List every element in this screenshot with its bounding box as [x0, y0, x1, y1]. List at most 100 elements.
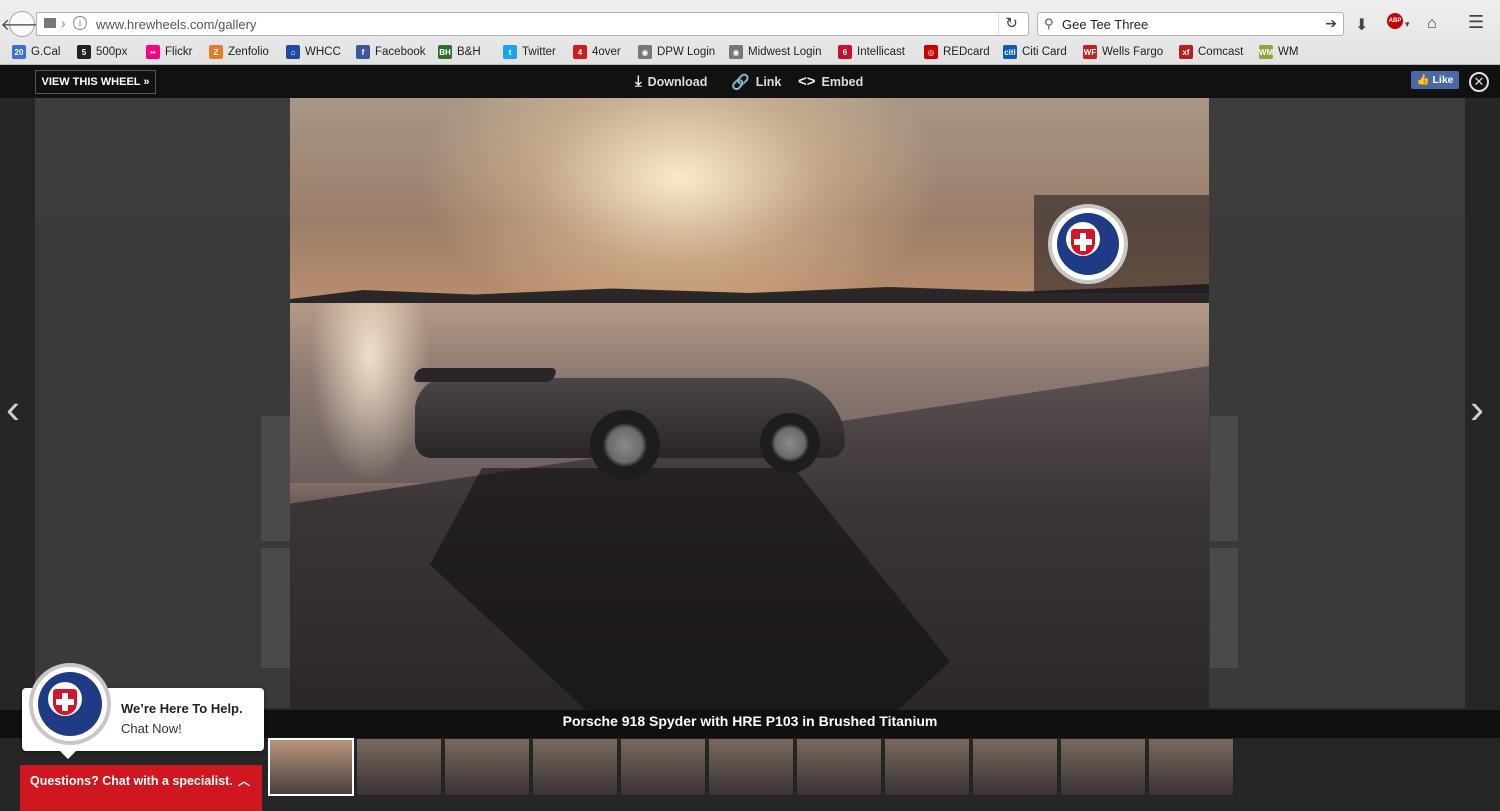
bookmark-favicon-icon: ⌂ — [286, 45, 300, 59]
embed-label: Embed — [821, 74, 864, 89]
background-card — [261, 548, 291, 668]
link-icon: 🔗 — [731, 74, 750, 91]
bookmark-flickr[interactable]: •• Flickr — [146, 43, 192, 61]
bookmark-label: 500px — [96, 46, 128, 58]
bookmark-label: Flickr — [165, 46, 193, 58]
bookmark-label: Citi Card — [1022, 46, 1067, 58]
view-this-wheel-button[interactable]: VIEW THIS WHEEL » — [35, 70, 156, 94]
gallery-thumbnail[interactable] — [444, 738, 530, 796]
search-icon: ⚲ — [1044, 16, 1054, 31]
bookmark-label: Comcast — [1198, 46, 1244, 58]
bookmark-favicon-icon: 6 — [838, 45, 852, 59]
next-arrow-icon[interactable]: › — [1470, 385, 1484, 433]
bookmark-favicon-icon: •• — [146, 45, 160, 59]
bookmark-comcast[interactable]: xf Comcast — [1179, 43, 1243, 61]
download-icon: ⤓ — [635, 73, 642, 90]
chat-hre-logo — [29, 663, 113, 747]
bookmark-facebook[interactable]: f Facebook — [356, 43, 426, 61]
embed-icon: <> — [798, 73, 816, 90]
hre-watermark — [1034, 195, 1209, 293]
bookmark-favicon-icon: ◎ — [924, 45, 938, 59]
hre-badge-icon — [29, 663, 111, 745]
link-label: Link — [755, 75, 782, 89]
address-bar[interactable]: › i www.hrewheels.com/gallery ↻ — [36, 12, 1029, 36]
adblock-dropdown-icon[interactable]: ▾ — [1405, 19, 1410, 30]
bookmark-wm[interactable]: WM WM — [1259, 43, 1298, 61]
bookmark-midwest-login[interactable]: ◉ Midwest Login — [729, 43, 822, 61]
bookmark-b-h[interactable]: BH B&H — [438, 43, 481, 61]
info-icon[interactable]: i — [73, 16, 87, 30]
search-go-icon[interactable]: ➔ — [1325, 15, 1337, 32]
bookmark-label: B&H — [457, 46, 481, 58]
hre-logo-cross — [1071, 229, 1095, 255]
gallery-thumbnail[interactable] — [1060, 738, 1146, 796]
back-button[interactable]: 🡐 — [1, 11, 43, 37]
close-lightbox-button[interactable]: ✕ — [1469, 72, 1489, 92]
chat-bubble-link[interactable]: Chat Now! — [121, 721, 182, 736]
bookmark-4over[interactable]: 4 4over — [573, 43, 621, 61]
bookmark-favicon-icon: f — [356, 45, 370, 59]
bookmark-g-cal[interactable]: 20 G.Cal — [12, 43, 60, 61]
bookmark-label: DPW Login — [657, 46, 716, 58]
chevron-up-icon[interactable]: ︿ — [238, 774, 250, 788]
gallery-thumbnail[interactable] — [708, 738, 794, 796]
bookmark-label: Twitter — [522, 46, 556, 58]
bookmark-label: Zenfolio — [228, 46, 269, 58]
previous-arrow-icon[interactable]: ‹ — [6, 385, 20, 433]
search-bar[interactable]: ⚲ Gee Tee Three ➔ — [1037, 12, 1344, 36]
bookmark-favicon-icon: ◉ — [638, 45, 652, 59]
url-text[interactable]: www.hrewheels.com/gallery — [96, 17, 256, 32]
bookmark-500px[interactable]: 5 500px — [77, 43, 127, 61]
gallery-thumbnail[interactable] — [796, 738, 882, 796]
gallery-thumbnail[interactable] — [972, 738, 1058, 796]
forward-icon[interactable]: › — [61, 15, 66, 31]
chat-bar-text: Questions? Chat with a specialist. — [30, 774, 233, 788]
gallery-thumbnail[interactable] — [620, 738, 706, 796]
bookmarks-toolbar: 20 G.Cal 5 500px •• Flickr Z Zenfolio ⌂ WHCC f Face… — [0, 40, 1500, 62]
download-button[interactable]: ⤓ Download — [635, 73, 707, 90]
home-icon[interactable]: ⌂ — [1427, 15, 1437, 33]
hre-badge-cross — [53, 689, 77, 715]
gallery-thumbnail[interactable] — [884, 738, 970, 796]
bookmark-intellicast[interactable]: 6 Intellicast — [838, 43, 905, 61]
gallery-thumbnail[interactable] — [1148, 738, 1234, 796]
bookmark-zenfolio[interactable]: Z Zenfolio — [209, 43, 269, 61]
reload-icon[interactable]: ↻ — [998, 14, 1024, 34]
chat-bar[interactable]: Questions? Chat with a specialist. ︿ — [20, 765, 262, 811]
bookmark-whcc[interactable]: ⌂ WHCC — [286, 43, 341, 61]
gallery-thumbnail[interactable] — [268, 738, 354, 796]
gallery-thumbnail[interactable] — [356, 738, 442, 796]
car-wing — [412, 368, 558, 382]
bookmark-favicon-icon: t — [503, 45, 517, 59]
background-card — [1210, 416, 1238, 541]
bookmark-dpw-login[interactable]: ◉ DPW Login — [638, 43, 715, 61]
embed-button[interactable]: <> Embed — [798, 73, 863, 90]
facebook-like-button[interactable]: 👍 Like — [1411, 71, 1459, 89]
download-label: Download — [647, 74, 708, 89]
hre-logo-icon — [1048, 204, 1128, 284]
bookmark-favicon-icon: Z — [209, 45, 223, 59]
adblock-icon[interactable]: ABP — [1387, 13, 1403, 29]
gallery-photo[interactable] — [290, 98, 1209, 710]
menu-icon[interactable]: ☰ — [1468, 12, 1484, 33]
gallery-thumbnail[interactable] — [532, 738, 618, 796]
link-button[interactable]: 🔗 Link — [731, 73, 781, 91]
search-input[interactable]: Gee Tee Three — [1062, 17, 1148, 32]
background-card — [1210, 548, 1238, 668]
close-icon: ✕ — [1473, 74, 1485, 89]
bookmark-citi-card[interactable]: citi Citi Card — [1003, 43, 1067, 61]
bookmark-favicon-icon: WM — [1259, 45, 1273, 59]
bookmark-favicon-icon: 4 — [573, 45, 587, 59]
bookmark-wells-fargo[interactable]: WF Wells Fargo — [1083, 43, 1163, 61]
bookmark-label: WM — [1278, 46, 1299, 58]
bookmark-redcard[interactable]: ◎ REDcard — [924, 43, 990, 61]
thumbs-up-icon: 👍 — [1416, 74, 1433, 86]
page-icon — [44, 18, 56, 28]
bookmark-twitter[interactable]: t Twitter — [503, 43, 556, 61]
bookmark-label: Midwest Login — [748, 46, 822, 58]
bookmark-favicon-icon: 20 — [12, 45, 26, 59]
navigation-toolbar: 🡐 › i www.hrewheels.com/gallery ↻ ⚲ Gee … — [0, 6, 1500, 38]
bookmark-favicon-icon: ◉ — [729, 45, 743, 59]
download-arrow-icon[interactable]: ⬇ — [1355, 15, 1368, 35]
car-rear-wheel — [590, 410, 660, 480]
